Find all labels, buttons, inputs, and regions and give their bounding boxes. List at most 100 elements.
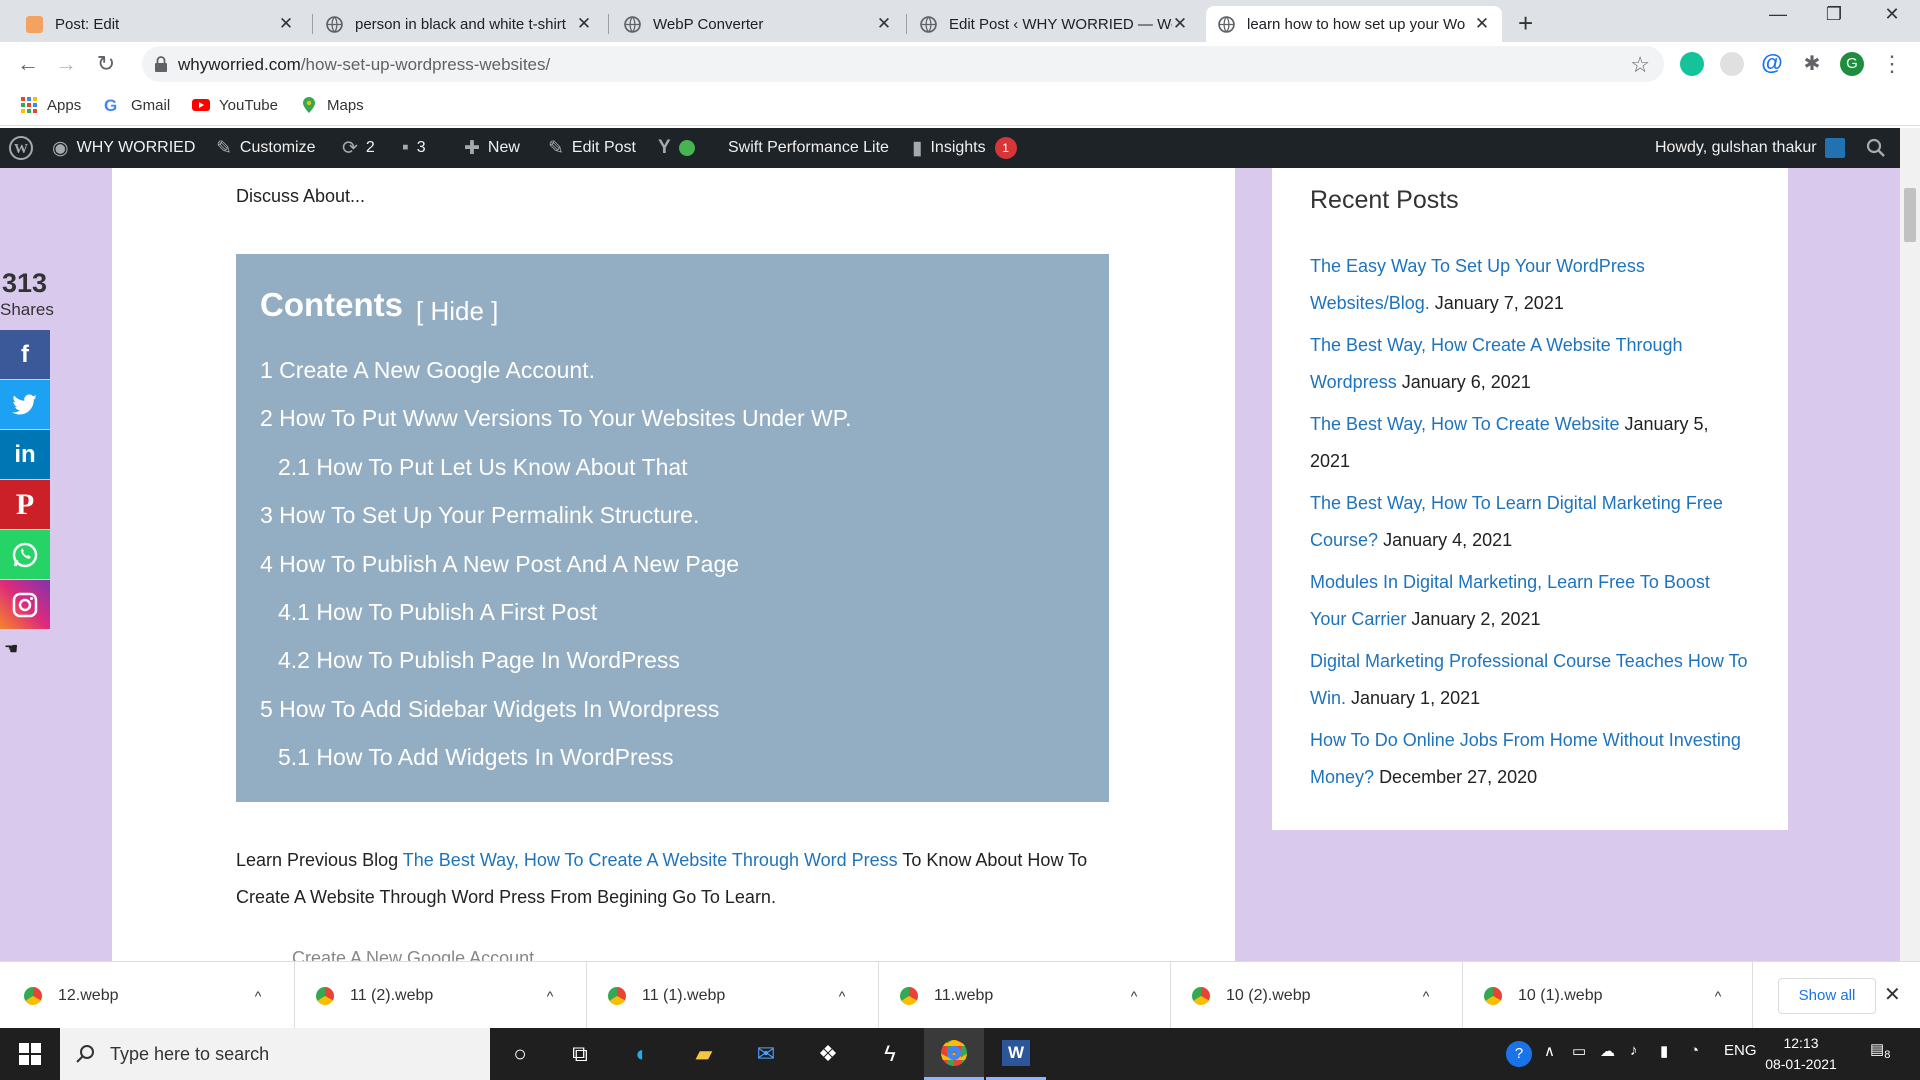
cortana-icon[interactable]: ○ [490,1028,550,1080]
close-downloads-icon[interactable]: ✕ [1884,982,1901,1007]
hide-share-hand-icon[interactable]: ☚ [4,639,18,659]
toc-link[interactable]: 2 How To Put Www Versions To Your Websit… [260,405,851,432]
toc-link[interactable]: 5.1 How To Add Widgets In WordPress [278,744,673,771]
tab-edit-post[interactable]: Edit Post ‹ WHY WORRIED — Wo ✕ [908,6,1200,42]
mail-icon[interactable]: ✉ [736,1028,796,1080]
help-icon[interactable]: ? [1506,1041,1532,1067]
facebook-icon[interactable]: f [0,330,50,379]
chevron-up-icon[interactable]: ^ [1124,988,1144,1004]
comments-link[interactable]: ▪ 3 [402,128,426,168]
post-link[interactable]: The Best Way, How To Learn Digital Marke… [1310,493,1723,550]
close-icon[interactable]: ✕ [576,14,592,34]
download-item[interactable]: 11.webp ^ [900,962,1144,1029]
recent-posts-widget: Recent Posts The Easy Way To Set Up Your… [1272,168,1788,830]
edit-post-link[interactable]: ✎ Edit Post [548,128,636,168]
tab-webp-converter[interactable]: WebP Converter ✕ [612,6,904,42]
menu-kebab-icon[interactable]: ⋮ [1878,50,1906,78]
previous-blog-link[interactable]: The Best Way, How To Create A Website Th… [403,850,898,870]
chevron-up-icon[interactable]: ^ [1416,988,1436,1004]
search-icon[interactable] [1866,128,1886,168]
cloud-icon[interactable]: ☁ [1600,1042,1615,1060]
chevron-up-icon[interactable]: ^ [1708,988,1728,1004]
edge-icon[interactable]: ◐ [612,1028,672,1080]
toc-link[interactable]: 4.2 How To Publish Page In WordPress [278,647,680,674]
taskbar-clock[interactable]: 12:13 08-01-2021 [1762,1033,1840,1075]
back-button[interactable]: ← [14,50,42,78]
wordpress-logo-icon[interactable]: W [8,128,34,168]
bookmark-apps[interactable]: Apps [20,96,81,114]
reload-button[interactable]: ↻ [92,50,120,78]
app-icon[interactable]: ϟ [860,1028,920,1080]
site-name-menu[interactable]: ◉ WHY WORRIED [52,128,195,168]
download-item[interactable]: 10 (1).webp ^ [1484,962,1728,1029]
word-taskbar-icon[interactable]: W [986,1028,1046,1080]
close-icon[interactable]: ✕ [278,14,294,34]
tab-person-tshirt[interactable]: person in black and white t-shirt ✕ [314,6,604,42]
scrollbar-thumb[interactable] [1904,188,1916,242]
show-all-button[interactable]: Show all [1778,978,1876,1014]
window-close-button[interactable]: ✕ [1862,4,1920,25]
profile-avatar[interactable]: G [1840,52,1864,76]
minimize-button[interactable]: — [1748,4,1808,25]
grammarly-extension-icon[interactable] [1680,52,1704,76]
task-view-icon[interactable]: ⧉ [550,1028,610,1080]
page-scrollbar[interactable] [1900,128,1920,961]
extension-icon[interactable] [1720,52,1744,76]
wifi-icon[interactable]: ◔ [1690,1042,1699,1059]
file-explorer-icon[interactable]: ▰ [674,1028,734,1080]
battery-icon[interactable]: ▮ [1660,1042,1668,1060]
whatsapp-icon[interactable] [0,530,50,579]
post-link[interactable]: The Best Way, How To Create Website [1310,414,1619,434]
windows-start-icon[interactable] [0,1028,60,1080]
chevron-up-icon[interactable]: ^ [832,988,852,1004]
volume-icon[interactable]: ♪ [1630,1042,1638,1059]
download-item[interactable]: 11 (1).webp ^ [608,962,852,1029]
notifications-icon[interactable]: ▤8 [1870,1040,1890,1061]
toc-link[interactable]: 4.1 How To Publish A First Post [278,599,597,626]
forward-button[interactable]: → [52,50,80,78]
device-icon[interactable]: ▭ [1572,1042,1586,1060]
close-icon[interactable]: ✕ [876,14,892,34]
bookmark-star-icon[interactable]: ☆ [1630,52,1650,78]
chevron-up-icon[interactable]: ^ [248,988,268,1004]
updates-link[interactable]: ⟳ 2 [342,128,375,168]
tab-post-edit[interactable]: Post: Edit ✕ [14,6,306,42]
pinterest-icon[interactable]: P [0,480,50,529]
restore-button[interactable]: ❐ [1804,4,1864,25]
download-item[interactable]: 12.webp ^ [24,962,268,1029]
address-bar[interactable]: whyworried.com/how-set-up-wordpress-webs… [142,46,1664,82]
download-divider [1170,962,1171,1029]
toc-link[interactable]: 1 Create A New Google Account. [260,357,595,384]
download-item[interactable]: 10 (2).webp ^ [1192,962,1436,1029]
insights-menu[interactable]: ▮ Insights 1 [912,128,1017,168]
taskbar-search-input[interactable]: Type here to search [60,1028,490,1080]
chrome-taskbar-icon[interactable] [924,1028,984,1080]
account-menu[interactable]: Howdy, gulshan thakur [1655,128,1845,168]
instagram-icon[interactable] [0,580,50,629]
dropbox-icon[interactable]: ❖ [798,1028,858,1080]
chevron-up-icon[interactable]: ∧ [1544,1042,1555,1060]
linkedin-icon[interactable]: in [0,430,50,479]
new-content-menu[interactable]: ✚ New [464,128,520,168]
twitter-icon[interactable] [0,380,50,429]
new-tab-button[interactable]: + [1518,8,1533,39]
chevron-up-icon[interactable]: ^ [540,988,560,1004]
toc-link[interactable]: 3 How To Set Up Your Permalink Structure… [260,502,699,529]
close-icon[interactable]: ✕ [1474,14,1490,34]
bookmark-gmail[interactable]: G Gmail [104,96,170,115]
close-icon[interactable]: ✕ [1172,14,1188,34]
bookmark-youtube[interactable]: YouTube [192,96,278,114]
customize-link[interactable]: ✎ Customize [216,128,316,168]
tab-active[interactable]: learn how to how set up your Wo ✕ [1206,6,1502,42]
toc-link[interactable]: 2.1 How To Put Let Us Know About That [278,454,688,481]
toc-link[interactable]: 5 How To Add Sidebar Widgets In Wordpres… [260,696,719,723]
at-extension-icon[interactable]: @ [1760,52,1784,76]
yoast-seo-menu[interactable]: Y [658,128,695,168]
puzzle-extensions-icon[interactable]: ✱ [1800,52,1824,76]
swift-performance-menu[interactable]: Swift Performance Lite [728,128,889,168]
language-indicator[interactable]: ENG [1724,1042,1757,1059]
download-item[interactable]: 11 (2).webp ^ [316,962,560,1029]
toc-link[interactable]: 4 How To Publish A New Post And A New Pa… [260,551,739,578]
bookmark-maps[interactable]: Maps [300,96,364,114]
toc-hide-button[interactable]: [ Hide ] [416,296,498,327]
